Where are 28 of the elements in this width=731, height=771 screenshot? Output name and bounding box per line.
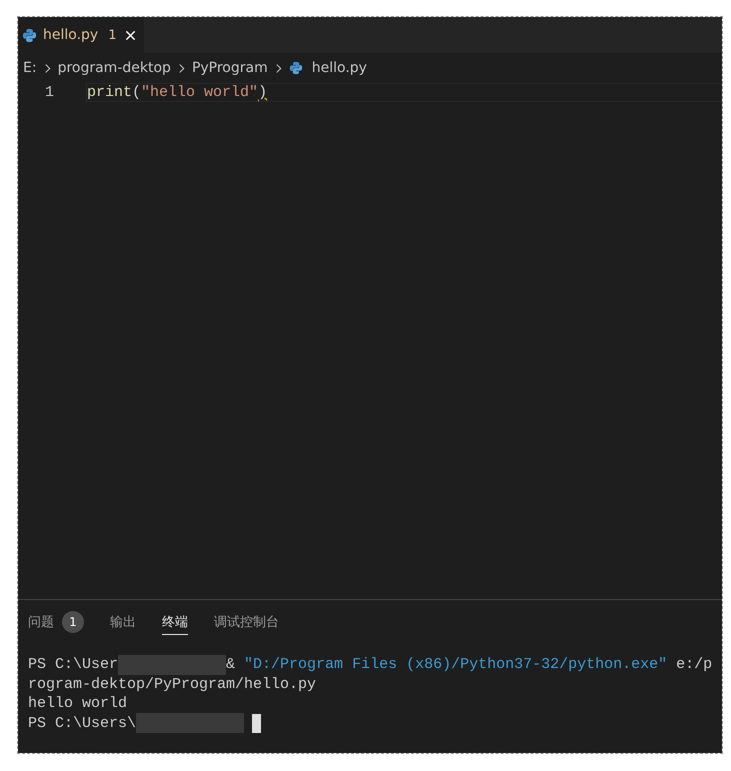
count-badge: 1	[62, 611, 84, 633]
terminal-text: "D:/Program Files (x86)/Python37-32/python.exe"	[244, 656, 668, 674]
terminal-text: &	[226, 656, 236, 674]
tab-label: hello.py	[43, 27, 98, 43]
breadcrumb-item[interactable]: hello.py	[312, 60, 367, 76]
chevron-icon	[178, 62, 185, 74]
breadcrumb-item[interactable]: PyProgram	[192, 60, 268, 76]
python-icon	[288, 61, 303, 75]
panel-tab[interactable]: 问题 1	[28, 610, 84, 635]
editor-tab[interactable]: hello.py 1	[18, 17, 144, 53]
terminal-text: hello world	[28, 695, 128, 712]
panel-tab[interactable]: 调试控制台	[214, 610, 279, 635]
code-line: print("hello world")	[86, 83, 722, 102]
problem-count: 1	[108, 28, 116, 42]
line-number: 1	[44, 84, 54, 101]
close-icon[interactable]	[124, 30, 136, 40]
panel-tab[interactable]: 输出	[110, 610, 136, 635]
chevron-icon	[274, 62, 282, 74]
terminal-text: PS C:\User	[28, 656, 118, 674]
panel-tab[interactable]: 终端	[162, 610, 188, 635]
chevron-icon	[44, 62, 51, 74]
terminal-text: e:/p	[675, 656, 712, 674]
breadcrumb-item[interactable]: E:	[23, 60, 37, 76]
python-icon	[22, 28, 37, 42]
terminal-text: rogram-dektop/PyProgram/hello.py	[28, 676, 316, 693]
breadcrumb-item[interactable]: program-dektop	[58, 60, 171, 76]
terminal-cursor	[252, 714, 262, 733]
terminal-text: PS C:\Users\	[28, 714, 136, 732]
